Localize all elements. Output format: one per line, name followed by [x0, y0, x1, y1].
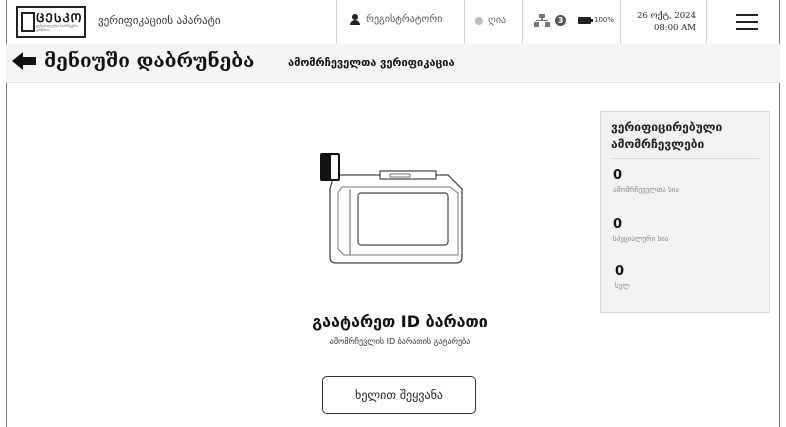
battery-status: 100%	[578, 16, 614, 24]
logo-subtext: ცენტრალური საარჩევნო კომისია	[36, 24, 78, 32]
battery-label: 100%	[594, 16, 615, 24]
date-time: 26 ოქტ, 2024 08:00 AM	[628, 10, 696, 34]
time-label: 08:00 AM	[653, 23, 696, 33]
stat-caption: სულ	[615, 282, 630, 290]
person-icon	[350, 14, 360, 25]
top-bar: ᲪᲔᲡᲙᲝ ცენტრალური საარჩევნო კომისია ვერიფ…	[6, 0, 780, 45]
card-title: ვერიფიცირებული ამომრჩევლები	[611, 120, 723, 151]
swipe-card-title: გაატარეთ ID ბარათი	[312, 312, 488, 331]
stat-value: 0	[613, 168, 623, 183]
logo: ᲪᲔᲡᲙᲝ ცენტრალური საარჩევნო კომისია	[16, 6, 86, 38]
stat-caption: ამომრჩეველთა სია	[613, 186, 679, 194]
logo-text: ᲪᲔᲡᲙᲝ	[36, 11, 83, 25]
stat-voter-list: 0 ამომრჩეველთა სია	[613, 168, 679, 194]
online-status: ღია	[475, 15, 506, 26]
page-subtitle: ამომრჩეველთა ვერიფიკაცია	[288, 56, 455, 69]
network-icon	[534, 14, 550, 27]
verified-voters-card: ვერიფიცირებული ამომრჩევლები 0 ამომრჩეველ…	[600, 111, 770, 313]
stat-special-list: 0 სპეციალური სია	[613, 217, 668, 243]
online-label: ღია	[488, 15, 507, 26]
hamburger-menu-icon[interactable]	[736, 14, 758, 30]
stat-value: 0	[615, 264, 625, 279]
registrar-label: რეგისტრატორი	[366, 14, 443, 25]
swipe-card-subtitle: ამომრჩევლის ID ბარათის გატარება	[329, 337, 471, 346]
stat-total: 0 სულ	[615, 264, 630, 290]
sub-bar: მენიუში დაბრუნება ამომრჩეველთა ვერიფიკაც…	[6, 44, 780, 83]
app-name: ვერიფიკაციის აპარატი	[98, 14, 221, 27]
card-scanner-illustration	[320, 153, 463, 264]
stat-value: 0	[613, 217, 623, 232]
network-status[interactable]: 3	[534, 14, 566, 27]
battery-icon	[578, 16, 593, 24]
card-divider	[611, 158, 759, 159]
back-arrow-icon	[12, 52, 36, 70]
date-label: 26 ოქტ, 2024	[637, 11, 696, 21]
status-dot-icon	[475, 16, 483, 25]
manual-entry-button[interactable]: ხელით შეყვანა	[322, 376, 476, 414]
back-to-menu-button[interactable]: მენიუში დაბრუნება	[12, 50, 254, 72]
back-label: მენიუში დაბრუნება	[44, 50, 255, 72]
network-badge: 3	[555, 15, 566, 26]
stat-caption: სპეციალური სია	[613, 235, 669, 243]
registrar-status[interactable]: რეგისტრატორი	[350, 14, 442, 25]
